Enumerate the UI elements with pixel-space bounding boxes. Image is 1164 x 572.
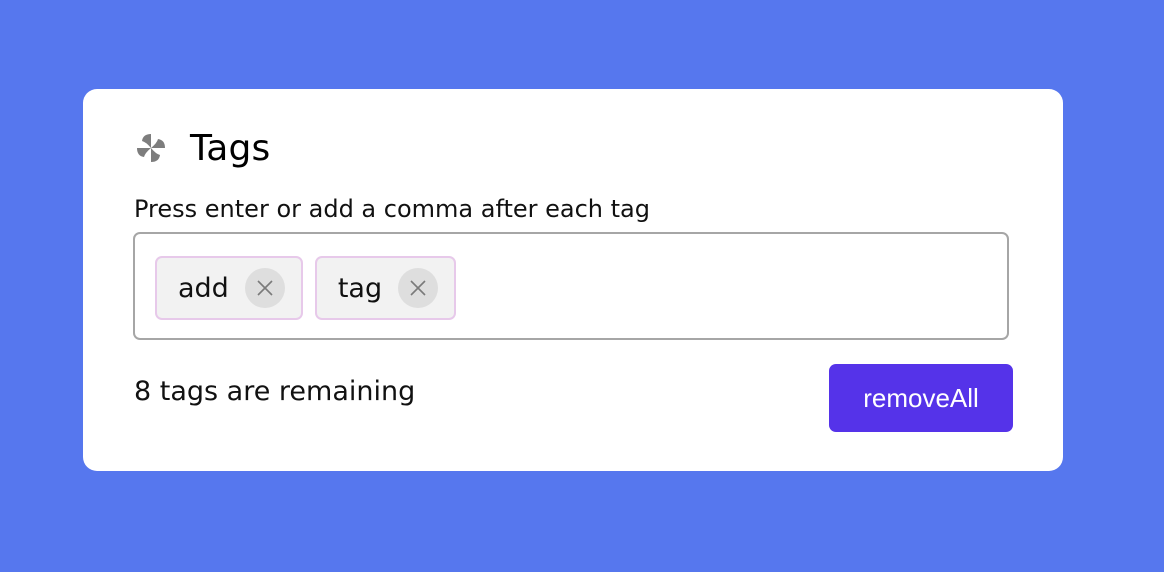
close-icon [257,280,273,296]
tag-label: tag [337,272,383,304]
tags-card: Tags Press enter or add a comma after ea… [83,89,1063,471]
tag-list: add tag [155,256,457,320]
page-title: Tags [190,127,271,169]
tag-label: add [178,272,229,304]
tag-chip: add [155,256,303,320]
input-hint: Press enter or add a comma after each ta… [134,195,650,223]
remove-tag-button[interactable] [398,268,439,308]
tag-input-box[interactable]: add tag [133,232,1009,340]
close-icon [410,280,426,296]
remove-all-button[interactable]: removeAll [829,364,1013,432]
card-header: Tags [133,125,271,171]
remove-tag-button[interactable] [244,268,285,308]
pinwheel-icon [137,134,165,162]
remaining-count-text: 8 tags are remaining [134,376,416,407]
tag-chip: tag [314,256,457,320]
